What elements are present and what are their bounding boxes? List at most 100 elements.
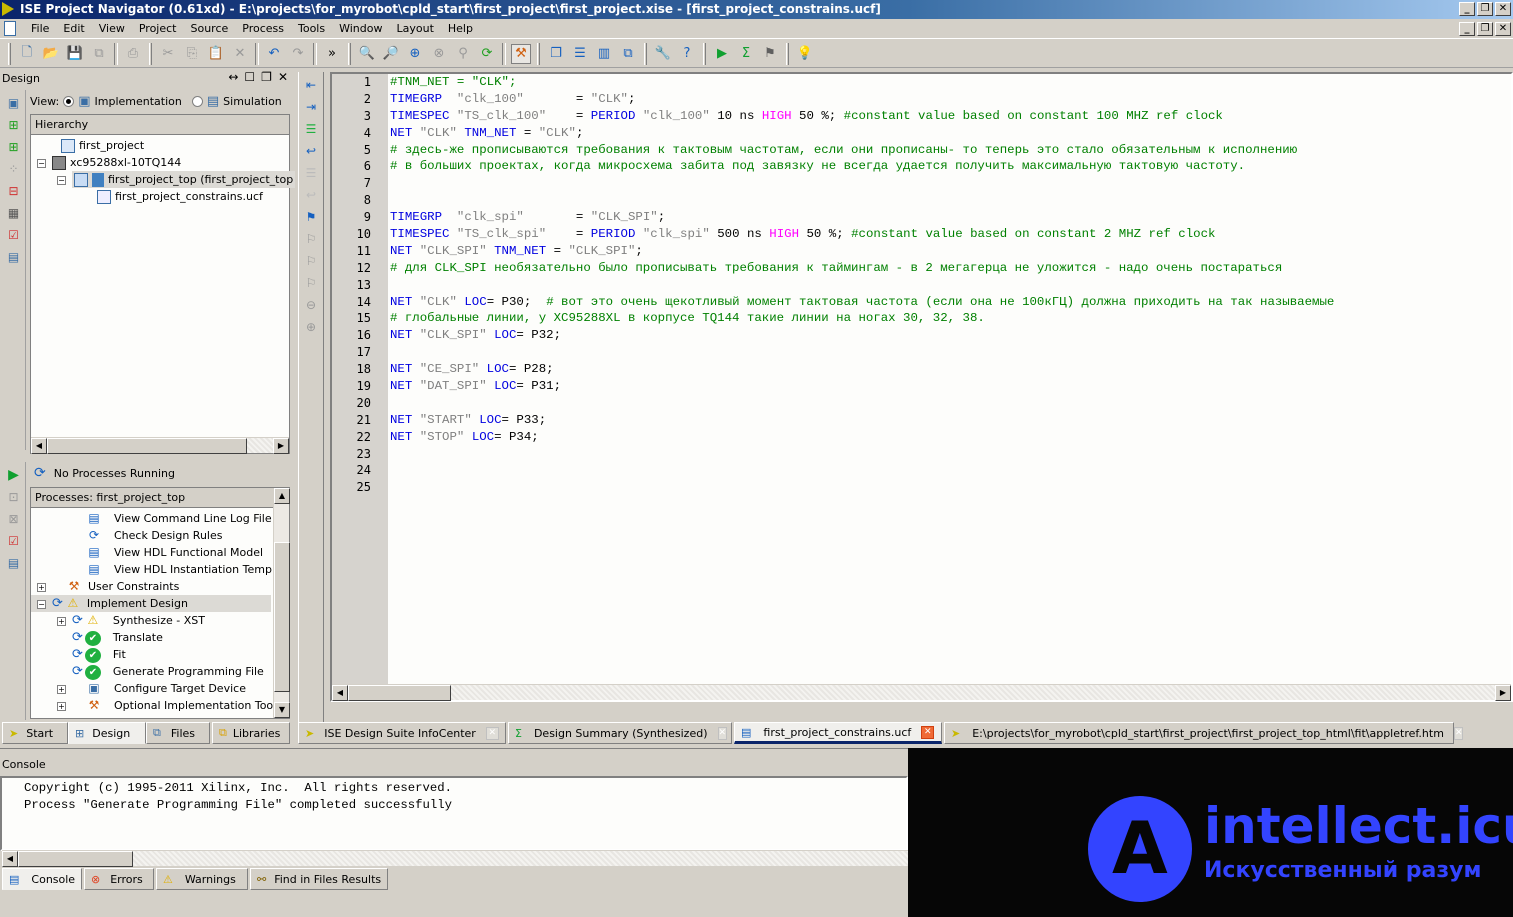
code-line[interactable]: # глобальные линии, у XC95288XL в корпус… bbox=[390, 310, 1511, 327]
close-button[interactable]: ✕ bbox=[1495, 2, 1511, 16]
process-item[interactable]: + ▣ Configure Target Device bbox=[31, 680, 289, 697]
process-item[interactable]: ⟳ ✔ Translate bbox=[31, 629, 289, 646]
delete-icon[interactable]: ✕ bbox=[230, 44, 250, 64]
restore-icon[interactable]: ❐ bbox=[261, 70, 272, 84]
menu-view[interactable]: View bbox=[92, 19, 132, 39]
tab-files[interactable]: ⧉ Files bbox=[146, 722, 210, 744]
cascade-icon[interactable]: ❐ bbox=[546, 44, 566, 64]
code-line[interactable] bbox=[390, 277, 1511, 294]
code-line[interactable]: TIMESPEC "TS_clk_spi" = PERIOD "clk_spi"… bbox=[390, 226, 1511, 243]
properties-icon[interactable]: ☑ bbox=[5, 226, 23, 244]
editor-hscrollbar[interactable]: ◀ ▶ bbox=[332, 684, 1511, 701]
doc-minimize-button[interactable]: _ bbox=[1459, 22, 1475, 36]
menu-file[interactable]: File bbox=[24, 19, 56, 39]
collapse-icon[interactable]: − bbox=[57, 175, 66, 185]
maximize-icon[interactable]: ☐ bbox=[244, 70, 255, 84]
code-line[interactable]: # в больших проектах, когда микросхема з… bbox=[390, 158, 1511, 175]
code-line[interactable] bbox=[390, 344, 1511, 361]
scroll-right-icon[interactable]: ▶ bbox=[1495, 685, 1511, 701]
zoom-full-icon[interactable]: ⊗ bbox=[429, 44, 449, 64]
bookmark-prev-icon[interactable]: ⚐ bbox=[302, 230, 320, 248]
code-line[interactable]: NET "CLK" TNM_NET = "CLK"; bbox=[390, 125, 1511, 142]
sigma-icon[interactable]: Σ bbox=[736, 44, 756, 64]
menu-tools[interactable]: Tools bbox=[291, 19, 332, 39]
code-area[interactable]: #TNM_NET = "CLK"; TIMEGRP "clk_100" = "CL… bbox=[390, 74, 1511, 496]
console-hscrollbar[interactable]: ◀ bbox=[2, 850, 908, 867]
code-line[interactable] bbox=[390, 175, 1511, 192]
cut-icon[interactable]: ✂ bbox=[158, 44, 178, 64]
code-line[interactable]: NET "CE_SPI" LOC= P28; bbox=[390, 361, 1511, 378]
console-output[interactable]: Copyright (c) 1995-2011 Xilinx, Inc. All… bbox=[0, 776, 908, 851]
indent-right-icon[interactable]: ⇥ bbox=[302, 98, 320, 116]
process-item[interactable]: + ⚒ Optional Implementation Tools bbox=[31, 697, 289, 714]
code-line[interactable]: NET "CLK" LOC= P30; # вот это очень щеко… bbox=[390, 294, 1511, 311]
code-line[interactable]: NET "DAT_SPI" LOC= P31; bbox=[390, 378, 1511, 395]
menu-project[interactable]: Project bbox=[132, 19, 184, 39]
wrench-icon[interactable]: 🔧 bbox=[653, 44, 673, 64]
forward-icon[interactable]: ⊕ bbox=[302, 318, 320, 336]
chip-icon[interactable]: ▦ bbox=[5, 204, 23, 222]
code-line[interactable] bbox=[390, 192, 1511, 209]
telescope-icon[interactable]: ⚑ bbox=[760, 44, 780, 64]
tab-design[interactable]: ⊞ Design bbox=[68, 722, 146, 744]
tile-vertical-icon[interactable]: ▥ bbox=[594, 44, 614, 64]
process-item[interactable]: + ⚒ User Constraints bbox=[31, 578, 289, 595]
remove-source-icon[interactable]: ⊟ bbox=[5, 182, 23, 200]
block-undo-icon[interactable]: ↩ bbox=[302, 186, 320, 204]
minimize-button[interactable]: _ bbox=[1459, 2, 1475, 16]
code-line[interactable]: TIMEGRP "clk_spi" = "CLK_SPI"; bbox=[390, 209, 1511, 226]
scroll-right-icon[interactable]: ▶ bbox=[273, 438, 289, 454]
tree-item-ucf[interactable]: first_project_constrains.ucf bbox=[31, 188, 289, 205]
simulation-radio[interactable] bbox=[191, 95, 203, 107]
process-item[interactable]: ▤ View Command Line Log File bbox=[31, 510, 289, 527]
doc-restore-button[interactable]: ❐ bbox=[1477, 22, 1493, 36]
expand-icon[interactable]: + bbox=[57, 684, 66, 694]
panel-icon[interactable]: ▤ bbox=[5, 554, 23, 572]
copy-icon[interactable]: ⎘ bbox=[182, 44, 202, 64]
process-item[interactable]: + ⟳ ⚠ Synthesize - XST bbox=[31, 612, 289, 629]
run-icon[interactable]: ▶ bbox=[712, 44, 732, 64]
tab-find-results[interactable]: ⚯ Find in Files Results bbox=[250, 868, 388, 890]
print-icon[interactable]: ⎙ bbox=[123, 44, 143, 64]
tab-close-icon[interactable]: ✕ bbox=[921, 725, 935, 739]
tree-item-top-module[interactable]: − first_project_top (first_project_top bbox=[31, 171, 296, 188]
block-icon[interactable]: ☰ bbox=[302, 164, 320, 182]
code-line[interactable]: # здесь-же прописываются требования к та… bbox=[390, 142, 1511, 159]
code-line[interactable]: # для CLK_SPI необязательно было прописы… bbox=[390, 260, 1511, 277]
menu-help[interactable]: Help bbox=[441, 19, 480, 39]
collapse-icon[interactable]: − bbox=[37, 158, 46, 168]
code-line[interactable] bbox=[390, 395, 1511, 412]
stop-icon[interactable]: ⊠ bbox=[5, 510, 23, 528]
code-line[interactable]: TIMEGRP "clk_100" = "CLK"; bbox=[390, 91, 1511, 108]
menu-process[interactable]: Process bbox=[235, 19, 291, 39]
new-source-icon[interactable]: ▣ bbox=[5, 94, 23, 112]
redo-icon[interactable]: ↷ bbox=[288, 44, 308, 64]
code-line[interactable]: #TNM_NET = "CLK"; bbox=[390, 74, 1511, 91]
tab-infocenter[interactable]: ➤ ISE Design Suite InfoCenter ✕ bbox=[298, 722, 506, 744]
paste-icon[interactable]: 📋 bbox=[206, 44, 226, 64]
menu-edit[interactable]: Edit bbox=[56, 19, 91, 39]
code-line[interactable] bbox=[390, 479, 1511, 496]
scroll-up-icon[interactable]: ▲ bbox=[274, 488, 290, 504]
add-copy-source-icon[interactable]: ⊞ bbox=[5, 138, 23, 156]
zoom-fit-icon[interactable]: ⊕ bbox=[405, 44, 425, 64]
tab-console[interactable]: ▤ Console bbox=[2, 868, 82, 890]
rerun-icon[interactable]: ⊡ bbox=[5, 488, 23, 506]
menu-window[interactable]: Window bbox=[332, 19, 389, 39]
process-item[interactable]: ⟳ Check Design Rules bbox=[31, 527, 289, 544]
simulation-label[interactable]: Simulation bbox=[223, 95, 282, 108]
code-line[interactable]: NET "START" LOC= P33; bbox=[390, 412, 1511, 429]
tab-close-icon[interactable]: ✕ bbox=[1453, 726, 1464, 740]
tab-start[interactable]: ➤ Start bbox=[2, 722, 68, 744]
bookmark-icon[interactable]: ⚑ bbox=[302, 208, 320, 226]
tree-item-device[interactable]: − xc95288xl-10TQ144 bbox=[31, 154, 289, 171]
restore-button[interactable]: ❐ bbox=[1477, 2, 1493, 16]
save-icon[interactable]: 💾 bbox=[65, 44, 85, 64]
add-source-icon[interactable]: ⊞ bbox=[5, 116, 23, 134]
tab-close-icon[interactable]: ✕ bbox=[485, 726, 499, 740]
expand-icon[interactable]: + bbox=[57, 616, 66, 626]
run-process-icon[interactable]: ▶ bbox=[5, 466, 23, 484]
scroll-down-icon[interactable]: ▼ bbox=[274, 702, 290, 718]
implementation-radio[interactable] bbox=[63, 95, 75, 107]
tab-constraints-file[interactable]: ▤ first_project_constrains.ucf ✕ bbox=[734, 722, 942, 744]
